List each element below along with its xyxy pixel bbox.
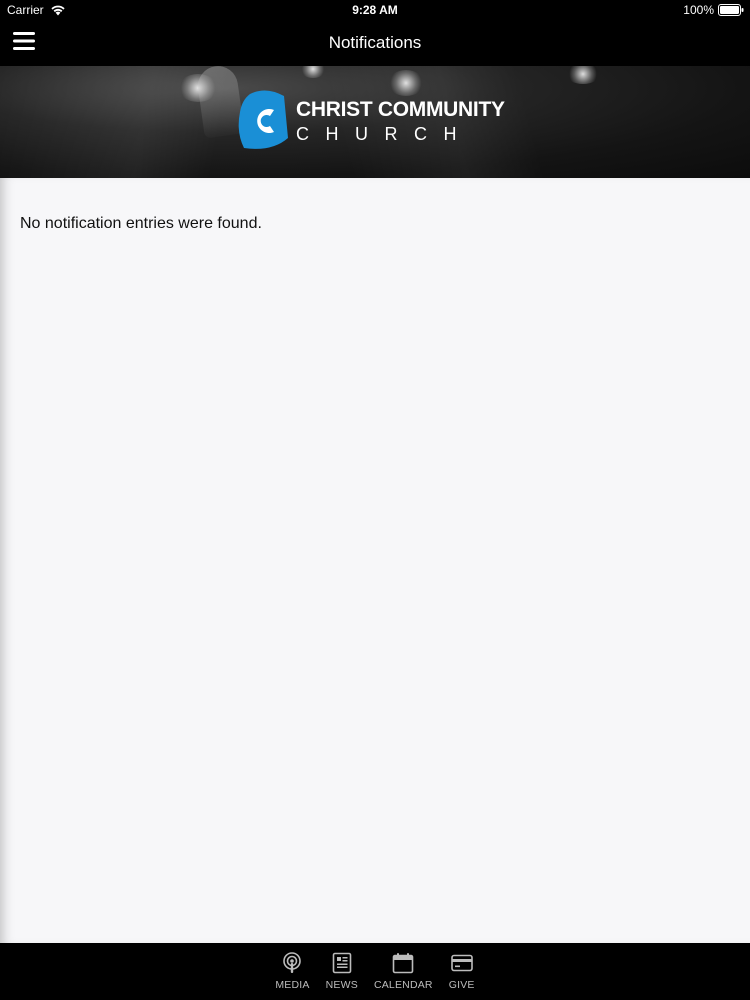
logo-text-secondary: CHURCH [296,124,473,144]
church-logo-mark-icon [236,88,292,152]
podcast-icon [280,951,304,975]
menu-button[interactable] [10,29,38,57]
tab-calendar-label: CALENDAR [373,979,433,991]
tab-media[interactable]: MEDIA [275,943,309,991]
tab-news[interactable]: NEWS [326,943,358,991]
church-logo: CHRIST COMMUNITY CHURCH [236,88,516,152]
logo-text-primary: CHRIST COMMUNITY [296,98,505,121]
empty-state-message: No notification entries were found. [20,215,262,232]
notifications-content: No notification entries were found. [0,178,750,943]
app-root: Carrier 9:28 AM 100% Notifications CHRIS… [0,0,750,1000]
status-bar: Carrier 9:28 AM 100% [0,0,750,20]
nav-bar: Notifications [0,20,750,66]
tab-media-label: MEDIA [275,979,310,991]
page-title: Notifications [328,33,422,52]
tab-calendar[interactable]: CALENDAR [374,943,433,991]
calendar-icon [391,951,415,975]
status-right: 100% [683,0,744,20]
tab-give-label: GIVE [448,979,475,991]
hamburger-menu-icon [13,31,35,55]
credit-card-icon [450,951,474,975]
battery-percent: 100% [683,3,714,17]
tab-news-label: NEWS [325,979,358,991]
bottom-tab-bar: MEDIA NEWS CALENDAR GIVE [0,943,750,1000]
news-icon [330,951,354,975]
status-time: 9:28 AM [352,3,398,17]
header-banner: CHRIST COMMUNITY CHURCH [0,66,750,178]
tab-give[interactable]: GIVE [449,943,475,991]
battery-icon [718,4,744,16]
